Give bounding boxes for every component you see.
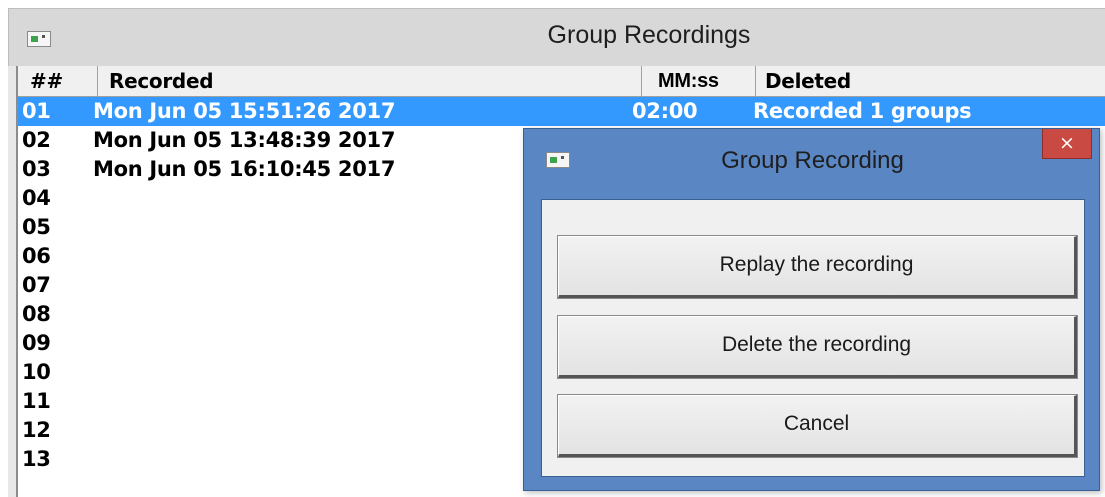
row-number-cell: 05 bbox=[22, 215, 51, 239]
column-header-duration[interactable]: MM:ss bbox=[642, 66, 756, 96]
recorded-date-cell: Mon Jun 05 16:10:45 2017 bbox=[93, 157, 396, 181]
replay-recording-button[interactable]: Replay the recording bbox=[558, 236, 1077, 298]
dialog-body: Replay the recording Delete the recordin… bbox=[541, 199, 1085, 477]
deleted-status-cell: Recorded 1 groups bbox=[753, 99, 972, 123]
cancel-button[interactable]: Cancel bbox=[558, 395, 1077, 457]
column-header-deleted[interactable]: Deleted bbox=[756, 66, 1105, 96]
row-number-cell: 12 bbox=[22, 418, 51, 442]
duration-cell: 02:00 bbox=[632, 99, 698, 123]
row-number-cell: 10 bbox=[22, 360, 51, 384]
row-number-cell: 08 bbox=[22, 302, 51, 326]
column-header-number[interactable]: ## bbox=[18, 66, 98, 96]
dialog-title: Group Recording bbox=[721, 147, 904, 174]
row-number-cell: 03 bbox=[22, 157, 51, 181]
close-button[interactable]: × bbox=[1042, 129, 1092, 159]
row-number-cell: 13 bbox=[22, 447, 51, 471]
row-number-cell: 06 bbox=[22, 244, 51, 268]
row-number-cell: 11 bbox=[22, 389, 51, 413]
row-number-cell: 02 bbox=[22, 128, 51, 152]
screen: Group Recordings ## Recorded MM:ss Delet… bbox=[0, 0, 1105, 497]
main-title-bar[interactable]: Group Recordings bbox=[8, 8, 1105, 66]
row-number-cell: 04 bbox=[22, 186, 51, 210]
recorded-date-cell: Mon Jun 05 13:48:39 2017 bbox=[93, 128, 396, 152]
column-header-recorded[interactable]: Recorded bbox=[98, 66, 642, 96]
row-number-cell: 07 bbox=[22, 273, 51, 297]
row-number-cell: 01 bbox=[22, 99, 51, 123]
main-window-title: Group Recordings bbox=[547, 21, 751, 49]
table-row[interactable]: 01 Mon Jun 05 15:51:26 2017 02:00 Recorded … bbox=[18, 97, 1105, 126]
table-header: ## Recorded MM:ss Deleted bbox=[18, 66, 1105, 97]
delete-recording-button[interactable]: Delete the recording bbox=[558, 316, 1077, 378]
row-number-cell: 09 bbox=[22, 331, 51, 355]
group-recording-dialog: Group Recording × Replay the recording D… bbox=[523, 128, 1100, 491]
recorded-date-cell: Mon Jun 05 15:51:26 2017 bbox=[93, 99, 396, 123]
